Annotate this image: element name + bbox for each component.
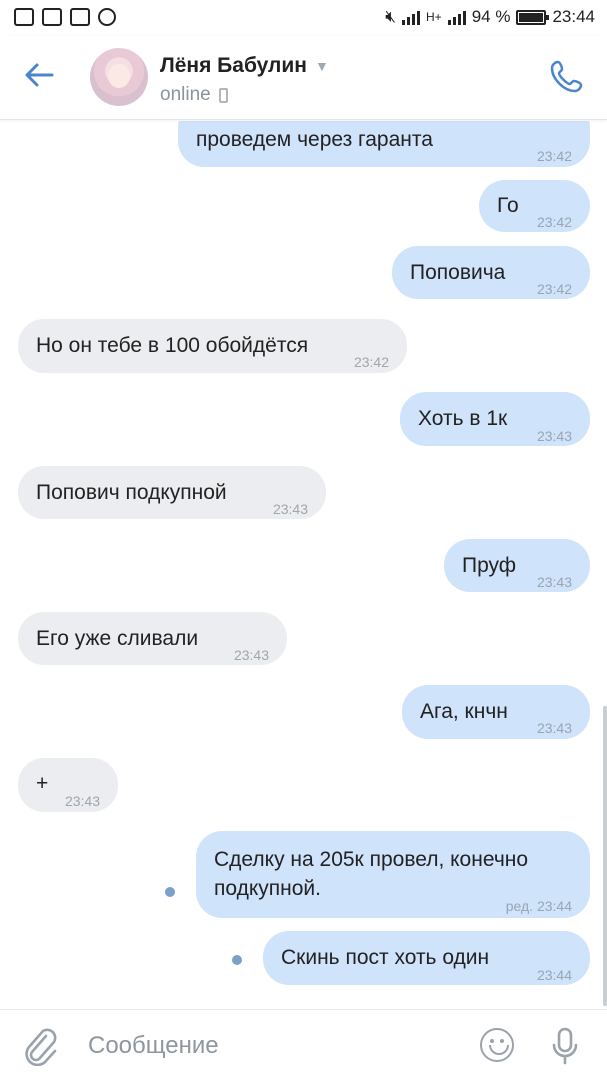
message-time: 23:43 (536, 428, 572, 444)
mobile-device-icon (218, 87, 228, 103)
message-text: Скинь пост хоть один (281, 946, 490, 969)
unread-indicator (165, 887, 175, 897)
message-text: + (36, 772, 49, 795)
message-text: проведем через гаранта (196, 128, 433, 151)
emoji-icon[interactable] (480, 1028, 514, 1062)
mute-icon: 🔇︎ (385, 7, 397, 26)
avatar[interactable] (90, 48, 148, 106)
message-time: 23:42 (536, 214, 572, 230)
chat-header: Лёня Бабулин ▼ online (0, 36, 607, 120)
message-text: Пруф (462, 554, 517, 577)
unread-indicator (232, 955, 242, 965)
message-text: Его уже сливали (36, 627, 199, 650)
contact-name: Лёня Бабулин (160, 54, 307, 77)
message-bubble-outgoing[interactable]: Хоть в 1к 23:43 (400, 392, 590, 446)
signal-icon-2 (447, 9, 466, 25)
message-bubble-outgoing[interactable]: Сделку на 205к провел, конечно подкупной… (196, 831, 590, 918)
status-bar: 🔇︎ H+ 94 % 23:44 (0, 0, 607, 36)
message-text: Ага, кнчн (420, 700, 508, 723)
message-time: 23:42 (353, 354, 389, 370)
notification-icons (14, 8, 116, 26)
image-notification-icon (70, 8, 90, 26)
network-type: H+ (426, 10, 442, 24)
message-input[interactable]: Сообщение (88, 1032, 219, 1060)
system-status: 🔇︎ H+ 94 % 23:44 (385, 7, 595, 27)
message-time: ред. 23:44 (505, 898, 572, 914)
message-notification-icon (14, 8, 34, 26)
contact-status-row: online (160, 84, 228, 106)
message-time: 23:42 (536, 148, 572, 164)
message-bubble-outgoing[interactable]: Пруф 23:43 (444, 539, 590, 592)
battery-percent: 94 % (471, 7, 511, 26)
message-bubble-incoming[interactable]: Но он тебе в 100 обойдётся 23:42 (18, 319, 407, 373)
message-bubble-outgoing[interactable]: Поповича 23:42 (392, 246, 590, 299)
message-time: 23:43 (272, 501, 308, 517)
message-bubble-outgoing[interactable]: Ага, кнчн 23:43 (402, 685, 590, 739)
message-bubble-outgoing[interactable]: Го 23:42 (479, 180, 590, 232)
message-bubble-incoming[interactable]: Попович подкупной 23:43 (18, 466, 326, 519)
phone-icon[interactable] (549, 58, 585, 94)
message-text: Хоть в 1к (418, 407, 508, 430)
message-bubble-incoming[interactable]: Его уже сливали 23:43 (18, 612, 287, 665)
message-text-line2: подкупной. (214, 877, 321, 900)
mail-notification-icon (42, 8, 62, 26)
chevron-down-icon: ▼ (315, 58, 329, 74)
message-time: 23:44 (536, 967, 572, 983)
message-time: 23:43 (233, 647, 269, 663)
message-bubble-incoming[interactable]: + 23:43 (18, 758, 118, 812)
signal-icon (402, 9, 421, 25)
settings-notification-icon (98, 8, 116, 26)
message-text: Поповича (410, 261, 506, 284)
message-time: 23:42 (536, 281, 572, 297)
clock: 23:44 (552, 7, 595, 26)
message-composer: Сообщение (0, 1009, 607, 1080)
attach-icon[interactable] (22, 1026, 58, 1067)
scrollbar[interactable] (603, 706, 607, 1006)
message-bubble-outgoing[interactable]: Скинь пост хоть один 23:44 (263, 931, 590, 985)
message-text: Попович подкупной (36, 481, 227, 504)
message-list[interactable]: проведем через гаранта 23:42 Го 23:42 По… (0, 121, 607, 1009)
message-bubble-outgoing[interactable]: проведем через гаранта 23:42 (178, 121, 590, 167)
microphone-icon[interactable] (551, 1026, 579, 1066)
message-time: 23:43 (536, 720, 572, 736)
online-status: online (160, 84, 211, 105)
message-time: 23:43 (64, 793, 100, 809)
back-arrow-icon[interactable] (22, 58, 62, 98)
battery-icon (516, 9, 550, 25)
message-text: Го (497, 194, 519, 217)
message-text-line1: Сделку на 205к провел, конечно (214, 848, 529, 871)
message-text: Но он тебе в 100 обойдётся (36, 334, 309, 357)
contact-name-row[interactable]: Лёня Бабулин ▼ (160, 54, 329, 78)
message-time: 23:43 (536, 574, 572, 590)
